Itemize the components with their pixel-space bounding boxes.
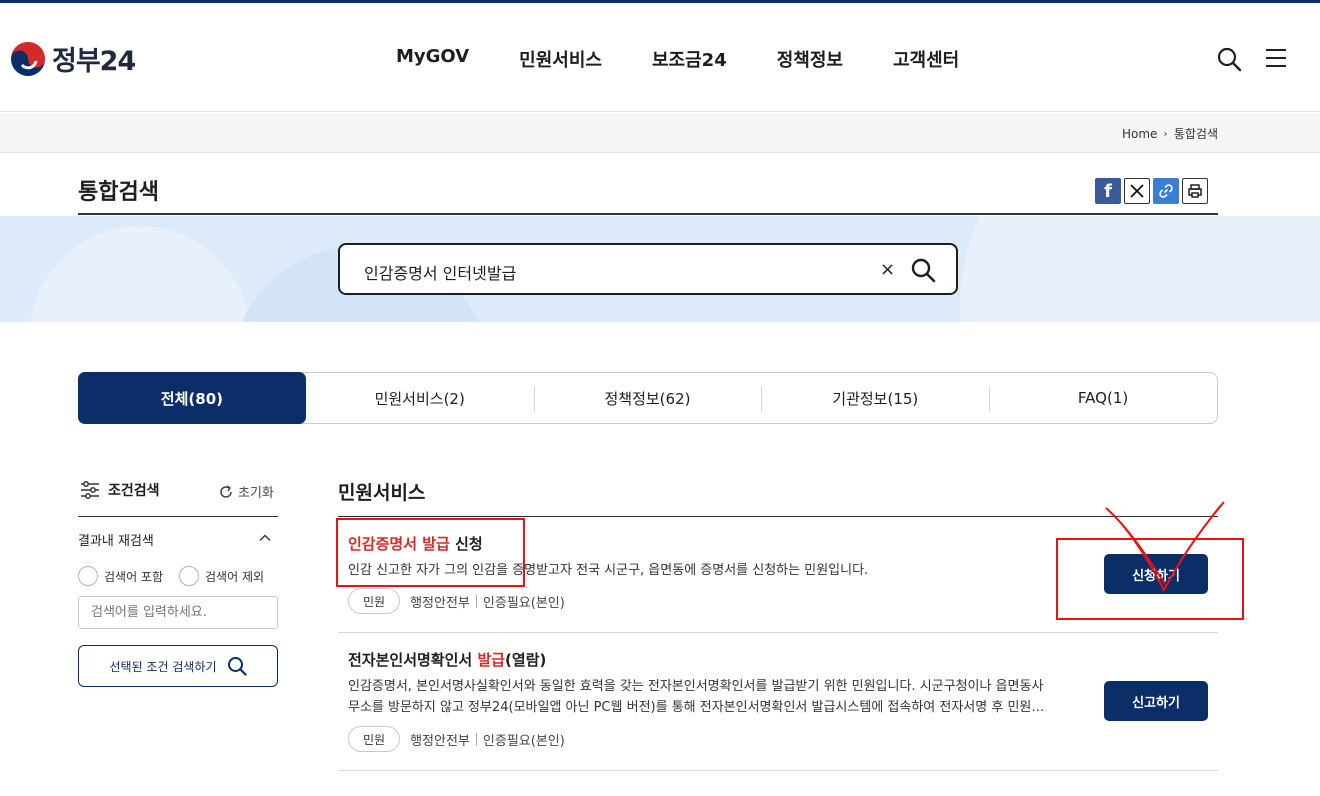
- decor-circle: [960, 216, 1320, 322]
- nav-item-mygov[interactable]: MyGOV: [396, 46, 469, 72]
- result-agency: 행정안전부: [410, 595, 470, 611]
- exclude-keyword-label: 검색어 제외: [205, 569, 265, 584]
- search-submit-icon[interactable]: [910, 257, 936, 283]
- search-icon: [227, 657, 247, 676]
- meta-separator: [475, 732, 477, 746]
- hamburger-icon[interactable]: [1264, 47, 1288, 69]
- category-chip: 민원: [348, 588, 401, 614]
- result-description-line: 무소를 방문하지 않고 정부24(모바일앱 아닌 PC웹 버전)를 통해 전자본…: [348, 700, 1045, 715]
- tab-agency-info[interactable]: 기관정보(15): [761, 373, 989, 423]
- apply-filter-button[interactable]: 선택된 조건 검색하기: [78, 645, 278, 687]
- filter-title-text: 조건검색: [108, 483, 160, 499]
- breadcrumb: Home › 통합검색: [1122, 125, 1218, 142]
- result-auth: 인증필요(본인): [482, 595, 565, 611]
- include-keyword-label: 검색어 포함: [104, 569, 164, 584]
- result-title-link[interactable]: 전자본인서명확인서 발급(열람): [348, 649, 546, 670]
- result-item: 전자본인서명확인서 발급(열람) 인감증명서, 본인서명사실확인서와 동일한 효…: [338, 633, 1218, 771]
- search-band: 인감증명서 인터넷발급 ×: [0, 216, 1320, 322]
- result-tabs: 전체(80) 민원서비스(2) 정책정보(62) 기관정보(15) FAQ(1): [78, 372, 1218, 424]
- refresh-icon: [220, 484, 232, 498]
- annotation-check-mark: [1105, 501, 1225, 593]
- refine-keyword-input[interactable]: [78, 596, 278, 629]
- result-agency: 행정안전부: [410, 733, 470, 749]
- exclude-keyword-radio[interactable]: [179, 566, 200, 586]
- chevron-right-icon: ›: [1163, 127, 1168, 140]
- result-meta: 민원 행정안전부 인증필요(본인): [348, 588, 565, 614]
- nav-item-customer-center[interactable]: 고객센터: [893, 46, 959, 72]
- result-title-text: (열람): [505, 651, 547, 669]
- nav-item-policy-info[interactable]: 정책정보: [777, 46, 843, 72]
- tab-civil-service[interactable]: 민원서비스(2): [306, 373, 534, 423]
- search-input[interactable]: 인감증명서 인터넷발급 ×: [338, 243, 958, 295]
- title-divider: [78, 213, 1218, 215]
- refine-search-heading: 결과내 재검색: [78, 534, 154, 549]
- meta-separator: [475, 594, 477, 608]
- filter-sliders-icon: [81, 481, 99, 499]
- reset-button[interactable]: 초기화: [218, 482, 274, 501]
- result-title-highlight: 발급: [477, 651, 506, 669]
- tab-faq[interactable]: FAQ(1): [989, 373, 1217, 423]
- breadcrumb-bar: Home › 통합검색: [0, 113, 1320, 153]
- logo-text: 정부24: [52, 46, 136, 77]
- category-chip: 민원: [348, 726, 401, 752]
- search-icon[interactable]: [1216, 46, 1242, 72]
- result-description-line: 인감증명서, 본인서명사실확인서와 동일한 효력을 갖는 전자본인서명확인서를 …: [348, 679, 1044, 694]
- taegeuk-logo-icon: [11, 41, 45, 76]
- section-title: 민원서비스: [338, 482, 426, 504]
- chevron-up-icon[interactable]: [258, 531, 272, 545]
- tab-policy-info[interactable]: 정책정보(62): [533, 373, 762, 423]
- link-icon[interactable]: [1153, 178, 1179, 204]
- report-button[interactable]: 신고하기: [1104, 681, 1208, 721]
- clear-icon[interactable]: ×: [880, 259, 895, 280]
- result-title-text: 전자본인서명확인서: [348, 651, 478, 669]
- main-nav: MyGOV 민원서비스 보조금24 정책정보 고객센터: [396, 46, 959, 72]
- decor-circle: [30, 226, 250, 322]
- result-auth: 인증필요(본인): [482, 733, 565, 749]
- site-header: 정부24 MyGOV 민원서비스 보조금24 정책정보 고객센터: [0, 3, 1320, 112]
- nav-item-subsidy24[interactable]: 보조금24: [652, 46, 727, 72]
- nav-item-civil-service[interactable]: 민원서비스: [519, 46, 602, 72]
- tab-all[interactable]: 전체(80): [78, 372, 306, 424]
- facebook-icon[interactable]: f: [1095, 178, 1121, 204]
- breadcrumb-current: 통합검색: [1173, 127, 1218, 141]
- share-buttons: f: [1095, 178, 1211, 204]
- reset-label: 초기화: [238, 486, 274, 501]
- print-icon[interactable]: [1182, 178, 1208, 204]
- refine-options: 검색어 포함 검색어 제외: [78, 566, 280, 586]
- result-description: 인감증명서, 본인서명사실확인서와 동일한 효력을 갖는 전자본인서명확인서를 …: [348, 676, 1088, 718]
- apply-filter-label: 선택된 조건 검색하기: [109, 659, 217, 674]
- site-logo[interactable]: 정부24: [10, 39, 136, 78]
- annotation-box-title: [336, 518, 525, 587]
- filter-divider: [78, 516, 278, 517]
- include-keyword-radio[interactable]: [78, 566, 98, 586]
- page-title: 통합검색: [78, 180, 159, 205]
- x-icon[interactable]: [1124, 178, 1150, 204]
- result-meta: 민원 행정안전부 인증필요(본인): [348, 726, 565, 752]
- search-query-text: 인감증명서 인터넷발급: [364, 264, 517, 283]
- breadcrumb-home[interactable]: Home: [1122, 127, 1157, 141]
- filter-title: 조건검색: [80, 480, 160, 500]
